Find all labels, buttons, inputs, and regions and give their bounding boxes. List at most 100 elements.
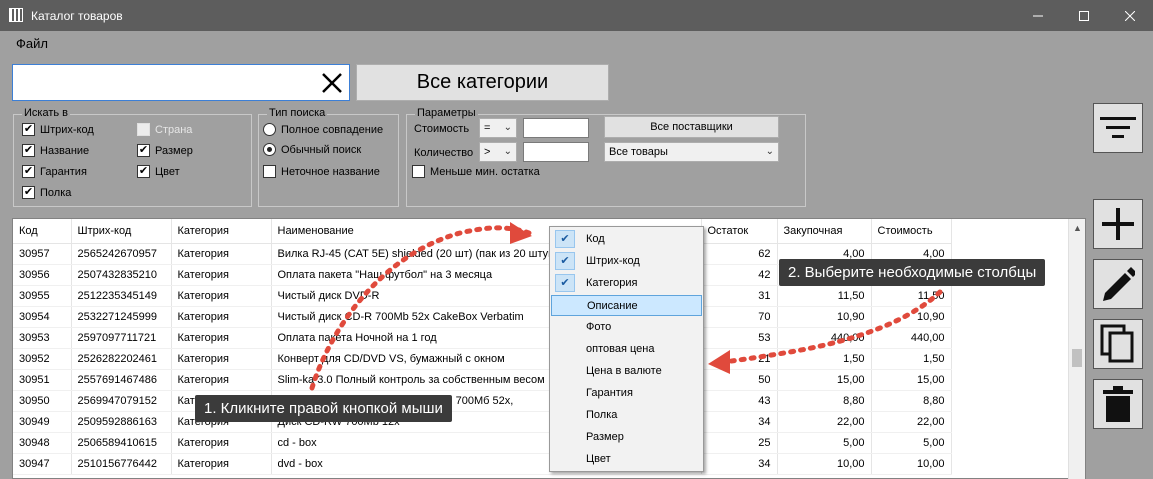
quantity-label: Количество [414,147,474,159]
table-row[interactable]: 30952 2526282202461 Категория Конверт для C… [13,348,952,370]
column-header[interactable]: Стоимость [871,219,952,244]
context-menu-item[interactable]: Цвет [551,449,702,470]
table-cell: 53 [701,327,778,349]
all-categories-button[interactable]: Все категории [356,64,609,101]
context-menu-item[interactable]: оптовая цена [551,339,702,360]
context-menu-item-label: оптовая цена [586,343,655,355]
close-icon [1125,10,1135,21]
cost-input[interactable] [523,118,589,138]
filter-button[interactable] [1093,103,1143,153]
context-menu-item[interactable]: ✔ Штрих-код [551,251,702,272]
search-input[interactable] [12,64,350,101]
table-row[interactable]: 309502569947079152КатегорияОптический ди… [13,390,952,412]
table-cell: Категория [171,306,272,328]
checkbox-below-min-stock[interactable]: Меньше мин. остатка [412,165,540,178]
context-menu-item-label: Цвет [586,453,611,465]
cost-label: Стоимость [414,123,470,135]
table-cell: 11,50 [871,285,952,307]
add-button[interactable] [1093,199,1143,249]
checkbox-name[interactable]: ✔ Название [22,144,89,157]
checkbox-warranty-label: Гарантия [40,165,87,178]
table-cell: 15,00 [871,369,952,391]
checkmark-icon: ✔ [555,230,575,248]
checkbox-country[interactable]: Страна [137,123,192,136]
table-cell: Категория [171,243,272,265]
table-row[interactable]: 30947 2510156776442 Категория dvd - box 34 10… [13,453,952,475]
radio-exact-match[interactable]: Полное совпадение [263,123,383,136]
context-menu-item[interactable]: Гарантия [551,383,702,404]
checkbox-size-label: Размер [155,144,193,157]
copy-button[interactable] [1093,319,1143,369]
table-cell: 30947 [13,453,72,475]
table-cell: 30954 [13,306,72,328]
table-row[interactable]: 30955 2512235345149 Категория Чистый диск D… [13,285,952,307]
column-header[interactable]: Остаток [701,219,778,244]
table-row[interactable]: 30948 2506589410615 Категория cd - box 25 5,0… [13,432,952,454]
table-cell: Категория [171,348,272,370]
table-row[interactable]: 309492509592886163КатегорияДиск CD-RW 70… [13,411,952,433]
table-cell: 22,00 [871,411,952,433]
table-cell: 5,00 [777,432,872,454]
context-menu-item[interactable]: Цена в валюте [551,361,702,382]
scrollbar-thumb[interactable] [1072,349,1082,367]
table-cell: 34 [701,453,778,475]
context-menu-item[interactable]: Размер [551,427,702,448]
checkbox-fuzzy-name[interactable]: Неточное название [263,165,380,178]
delete-button[interactable] [1093,379,1143,429]
checkbox-warranty[interactable]: ✔ Гарантия [22,165,87,178]
context-menu-item[interactable]: Фото [551,317,702,338]
checkbox-below-min-label: Меньше мин. остатка [430,165,540,178]
all-suppliers-button[interactable]: Все поставщики [604,116,779,138]
menu-file[interactable]: Файл [16,36,48,51]
table-cell: 8,80 [777,390,872,412]
table-row[interactable]: 30954 2532271245999 Категория Чистый диск C… [13,306,952,328]
table-cell: 1,50 [871,348,952,370]
goods-filter-select[interactable]: Все товары ⌄ [604,142,779,162]
checkbox-shelf[interactable]: ✔ Полка [22,186,71,199]
maximize-button[interactable] [1061,0,1107,31]
checkbox-barcode[interactable]: ✔ Штрих-код [22,123,94,136]
table-cell: 8,80 [871,390,952,412]
edit-button[interactable] [1093,259,1143,309]
table-row[interactable]: 30951 2557691467486 Категория Slim-ka 3.0 П… [13,369,952,391]
checkbox-color[interactable]: ✔ Цвет [137,165,180,178]
quantity-input[interactable] [523,142,589,162]
table-cell: 30956 [13,264,72,286]
search-in-title: Искать в [22,107,71,119]
checkbox-size[interactable]: ✔ Размер [137,144,193,157]
checkbox-shelf-label: Полка [40,186,72,199]
clear-search-icon[interactable] [321,68,343,99]
context-menu-item[interactable]: ✔ Код [551,229,702,250]
column-header[interactable]: Категория [171,219,272,244]
plus-icon [1102,208,1134,240]
context-menu-item[interactable]: Полка [551,405,702,426]
filter-icon [1100,117,1136,138]
table-cell: 440,00 [777,327,872,349]
column-header[interactable]: Закупочная [777,219,872,244]
cost-operator-select[interactable]: = ⌄ [479,118,517,138]
context-menu-item[interactable]: Описание [551,295,702,316]
table-cell: 15,00 [777,369,872,391]
table-cell: Категория [171,453,272,475]
table-cell: 43 [701,390,778,412]
context-menu-item-label: Код [586,233,605,245]
minimize-button[interactable] [1015,0,1061,31]
title-bar: Каталог товаров [0,0,1153,31]
vertical-scrollbar[interactable]: ▲ [1068,219,1085,479]
checkmark-icon: ✔ [555,274,575,292]
quantity-operator-select[interactable]: > ⌄ [479,142,517,162]
params-title: Параметры [415,107,478,119]
column-header[interactable]: Код [13,219,72,244]
table-cell: 10,90 [777,306,872,328]
context-menu-item[interactable]: ✔ Категория [551,273,702,294]
columns-context-menu[interactable]: ✔ Код ✔ Штрих-код ✔ Категория Описание Фото опто… [549,226,704,472]
table-cell: 30955 [13,285,72,307]
scroll-up-icon[interactable]: ▲ [1073,223,1082,233]
minimize-icon [1033,15,1043,16]
table-cell: 34 [701,411,778,433]
radio-normal-search[interactable]: Обычный поиск [263,143,361,156]
close-window-button[interactable] [1107,0,1153,31]
column-header[interactable]: Штрих-код [71,219,172,244]
table-cell: 30952 [13,348,72,370]
table-row[interactable]: 30953 2597097711721 Категория Оплата пакета… [13,327,952,349]
